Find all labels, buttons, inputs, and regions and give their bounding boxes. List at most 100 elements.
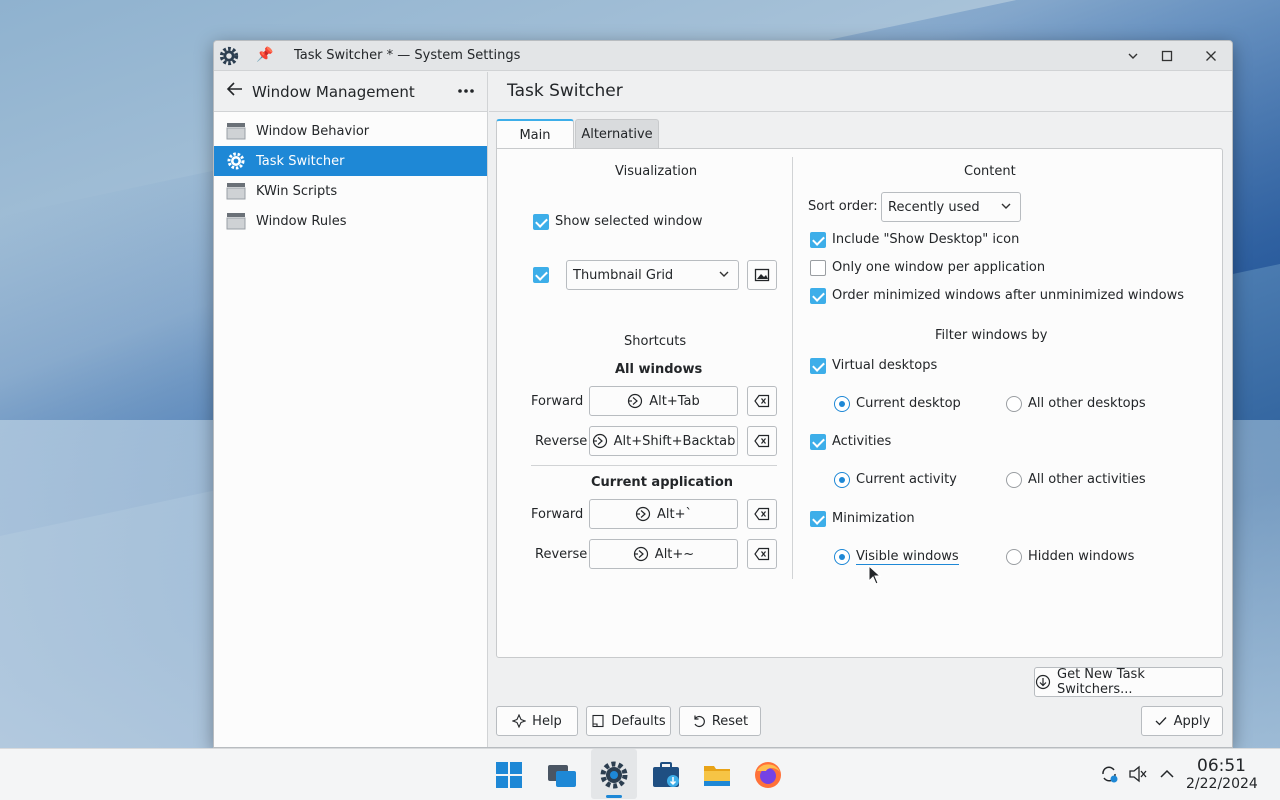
shortcuts-heading: Shortcuts [624, 334, 687, 349]
clear-backspace-icon [754, 547, 770, 561]
chevron-down-icon [719, 271, 729, 277]
sidebar-item-task-switcher[interactable]: Task Switcher [214, 146, 487, 176]
taskbar [0, 748, 1280, 800]
app-forward-label: Forward [531, 507, 584, 522]
activities-checkbox[interactable] [810, 434, 826, 450]
filter-windows-heading: Filter windows by [935, 328, 1048, 343]
minimize-button[interactable] [1121, 44, 1145, 68]
virtual-desktops-checkbox[interactable] [810, 358, 826, 374]
all-other-activities-radio[interactable] [1006, 472, 1022, 488]
apply-button[interactable]: Apply [1141, 706, 1223, 736]
download-icon [1035, 674, 1051, 690]
sidebar-item-kwin-scripts[interactable]: KWin Scripts [214, 176, 487, 206]
clear-backspace-icon [754, 434, 770, 448]
sort-order-label: Sort order: [808, 199, 878, 214]
window-list-icon [226, 183, 246, 200]
clear-backspace-icon [754, 394, 770, 408]
current-application-heading: Current application [591, 475, 734, 490]
close-button[interactable] [1199, 44, 1223, 68]
include-show-desktop-checkbox[interactable] [810, 232, 826, 248]
window-list-icon [226, 123, 246, 140]
hidden-windows-radio[interactable] [1006, 549, 1022, 565]
keyboard-shortcut-icon [628, 393, 643, 409]
discover-store-icon[interactable] [650, 759, 682, 791]
title-bar[interactable]: 📌 Task Switcher * — System Settings [214, 41, 1232, 71]
folder-icon[interactable] [701, 759, 733, 791]
layout-select-value: Thumbnail Grid [573, 267, 674, 283]
reset-button[interactable]: Reset [679, 706, 761, 736]
all-reverse-clear-button[interactable] [747, 426, 777, 456]
current-activity-label[interactable]: Current activity [856, 472, 957, 487]
window-list-icon [226, 213, 246, 230]
system-settings-window: 📌 Task Switcher * — System Settings Wind… [213, 40, 1233, 748]
defaults-button[interactable]: Defaults [586, 706, 671, 736]
all-reverse-shortcut-button[interactable]: Alt+Shift+Backtab [589, 426, 738, 456]
minimization-checkbox[interactable] [810, 511, 826, 527]
sidebar-item-window-rules[interactable]: Window Rules [214, 206, 487, 236]
app-forward-clear-button[interactable] [747, 499, 777, 529]
order-minimized-checkbox[interactable] [810, 288, 826, 304]
sidebar-item-window-behavior[interactable]: Window Behavior [214, 116, 487, 146]
get-new-task-switchers-button[interactable]: Get New Task Switchers... [1034, 667, 1223, 697]
hidden-windows-label[interactable]: Hidden windows [1028, 549, 1134, 564]
show-selected-window-label[interactable]: Show selected window [555, 214, 703, 229]
visible-windows-label[interactable]: Visible windows [856, 549, 959, 565]
taskbar-active-indicator [606, 795, 622, 798]
window-title: Task Switcher * — System Settings [294, 48, 521, 63]
virtual-desktops-icon[interactable] [546, 759, 578, 791]
content-heading: Content [964, 164, 1016, 179]
all-forward-clear-button[interactable] [747, 386, 777, 416]
layout-select[interactable]: Thumbnail Grid [566, 260, 739, 290]
order-minimized-label[interactable]: Order minimized windows after unminimize… [832, 288, 1184, 303]
preview-layout-button[interactable] [747, 260, 777, 290]
sort-order-select[interactable]: Recently used [881, 192, 1021, 222]
clock-date[interactable]: 2/22/2024 [1186, 776, 1258, 792]
maximize-icon [1161, 50, 1173, 62]
back-arrow-icon[interactable] [226, 80, 246, 103]
all-forward-shortcut-button[interactable]: Alt+Tab [589, 386, 738, 416]
one-window-per-app-label[interactable]: Only one window per application [832, 260, 1045, 275]
show-selected-window-checkbox[interactable] [533, 214, 549, 230]
more-options-icon[interactable] [457, 82, 475, 105]
pin-icon[interactable]: 📌 [256, 47, 273, 63]
mouse-cursor-icon [868, 565, 882, 585]
app-reverse-shortcut-value: Alt+~ [654, 546, 695, 562]
activities-label[interactable]: Activities [832, 434, 891, 449]
layout-enabled-checkbox[interactable] [533, 267, 549, 283]
current-desktop-label[interactable]: Current desktop [856, 396, 961, 411]
current-activity-radio[interactable] [834, 472, 850, 488]
system-settings-icon[interactable] [598, 759, 630, 791]
virtual-desktops-label[interactable]: Virtual desktops [832, 358, 937, 373]
gear-icon [227, 152, 245, 170]
firefox-icon[interactable] [752, 759, 784, 791]
app-forward-shortcut-button[interactable]: Alt+` [589, 499, 738, 529]
sort-order-value: Recently used [888, 199, 980, 215]
all-other-desktops-radio[interactable] [1006, 396, 1022, 412]
start-menu-icon[interactable] [493, 759, 525, 791]
app-reverse-clear-button[interactable] [747, 539, 777, 569]
include-show-desktop-label[interactable]: Include "Show Desktop" icon [832, 232, 1019, 247]
tab-main[interactable]: Main [496, 119, 574, 149]
all-forward-shortcut-value: Alt+Tab [649, 393, 700, 409]
update-notification-icon[interactable] [1099, 764, 1119, 784]
all-other-desktops-label[interactable]: All other desktops [1028, 396, 1146, 411]
app-reverse-shortcut-button[interactable]: Alt+~ [589, 539, 738, 569]
minimization-label[interactable]: Minimization [832, 511, 915, 526]
visible-windows-radio[interactable] [834, 549, 850, 565]
defaults-label: Defaults [611, 713, 666, 729]
clock-time[interactable]: 06:51 [1197, 756, 1246, 776]
volume-muted-icon[interactable] [1128, 764, 1148, 784]
sidebar-item-label: Task Switcher [256, 153, 345, 169]
chevron-down-icon [1001, 203, 1011, 209]
settings-gear-icon[interactable] [218, 45, 240, 67]
chevron-up-icon[interactable] [1157, 764, 1177, 784]
maximize-button[interactable] [1155, 44, 1179, 68]
help-button[interactable]: Help [496, 706, 578, 736]
page-title: Task Switcher [507, 81, 623, 101]
keyboard-shortcut-icon [635, 506, 651, 522]
reset-label: Reset [711, 713, 749, 729]
one-window-per-app-checkbox[interactable] [810, 260, 826, 276]
current-desktop-radio[interactable] [834, 396, 850, 412]
all-other-activities-label[interactable]: All other activities [1028, 472, 1146, 487]
tab-alternative[interactable]: Alternative [575, 119, 659, 149]
